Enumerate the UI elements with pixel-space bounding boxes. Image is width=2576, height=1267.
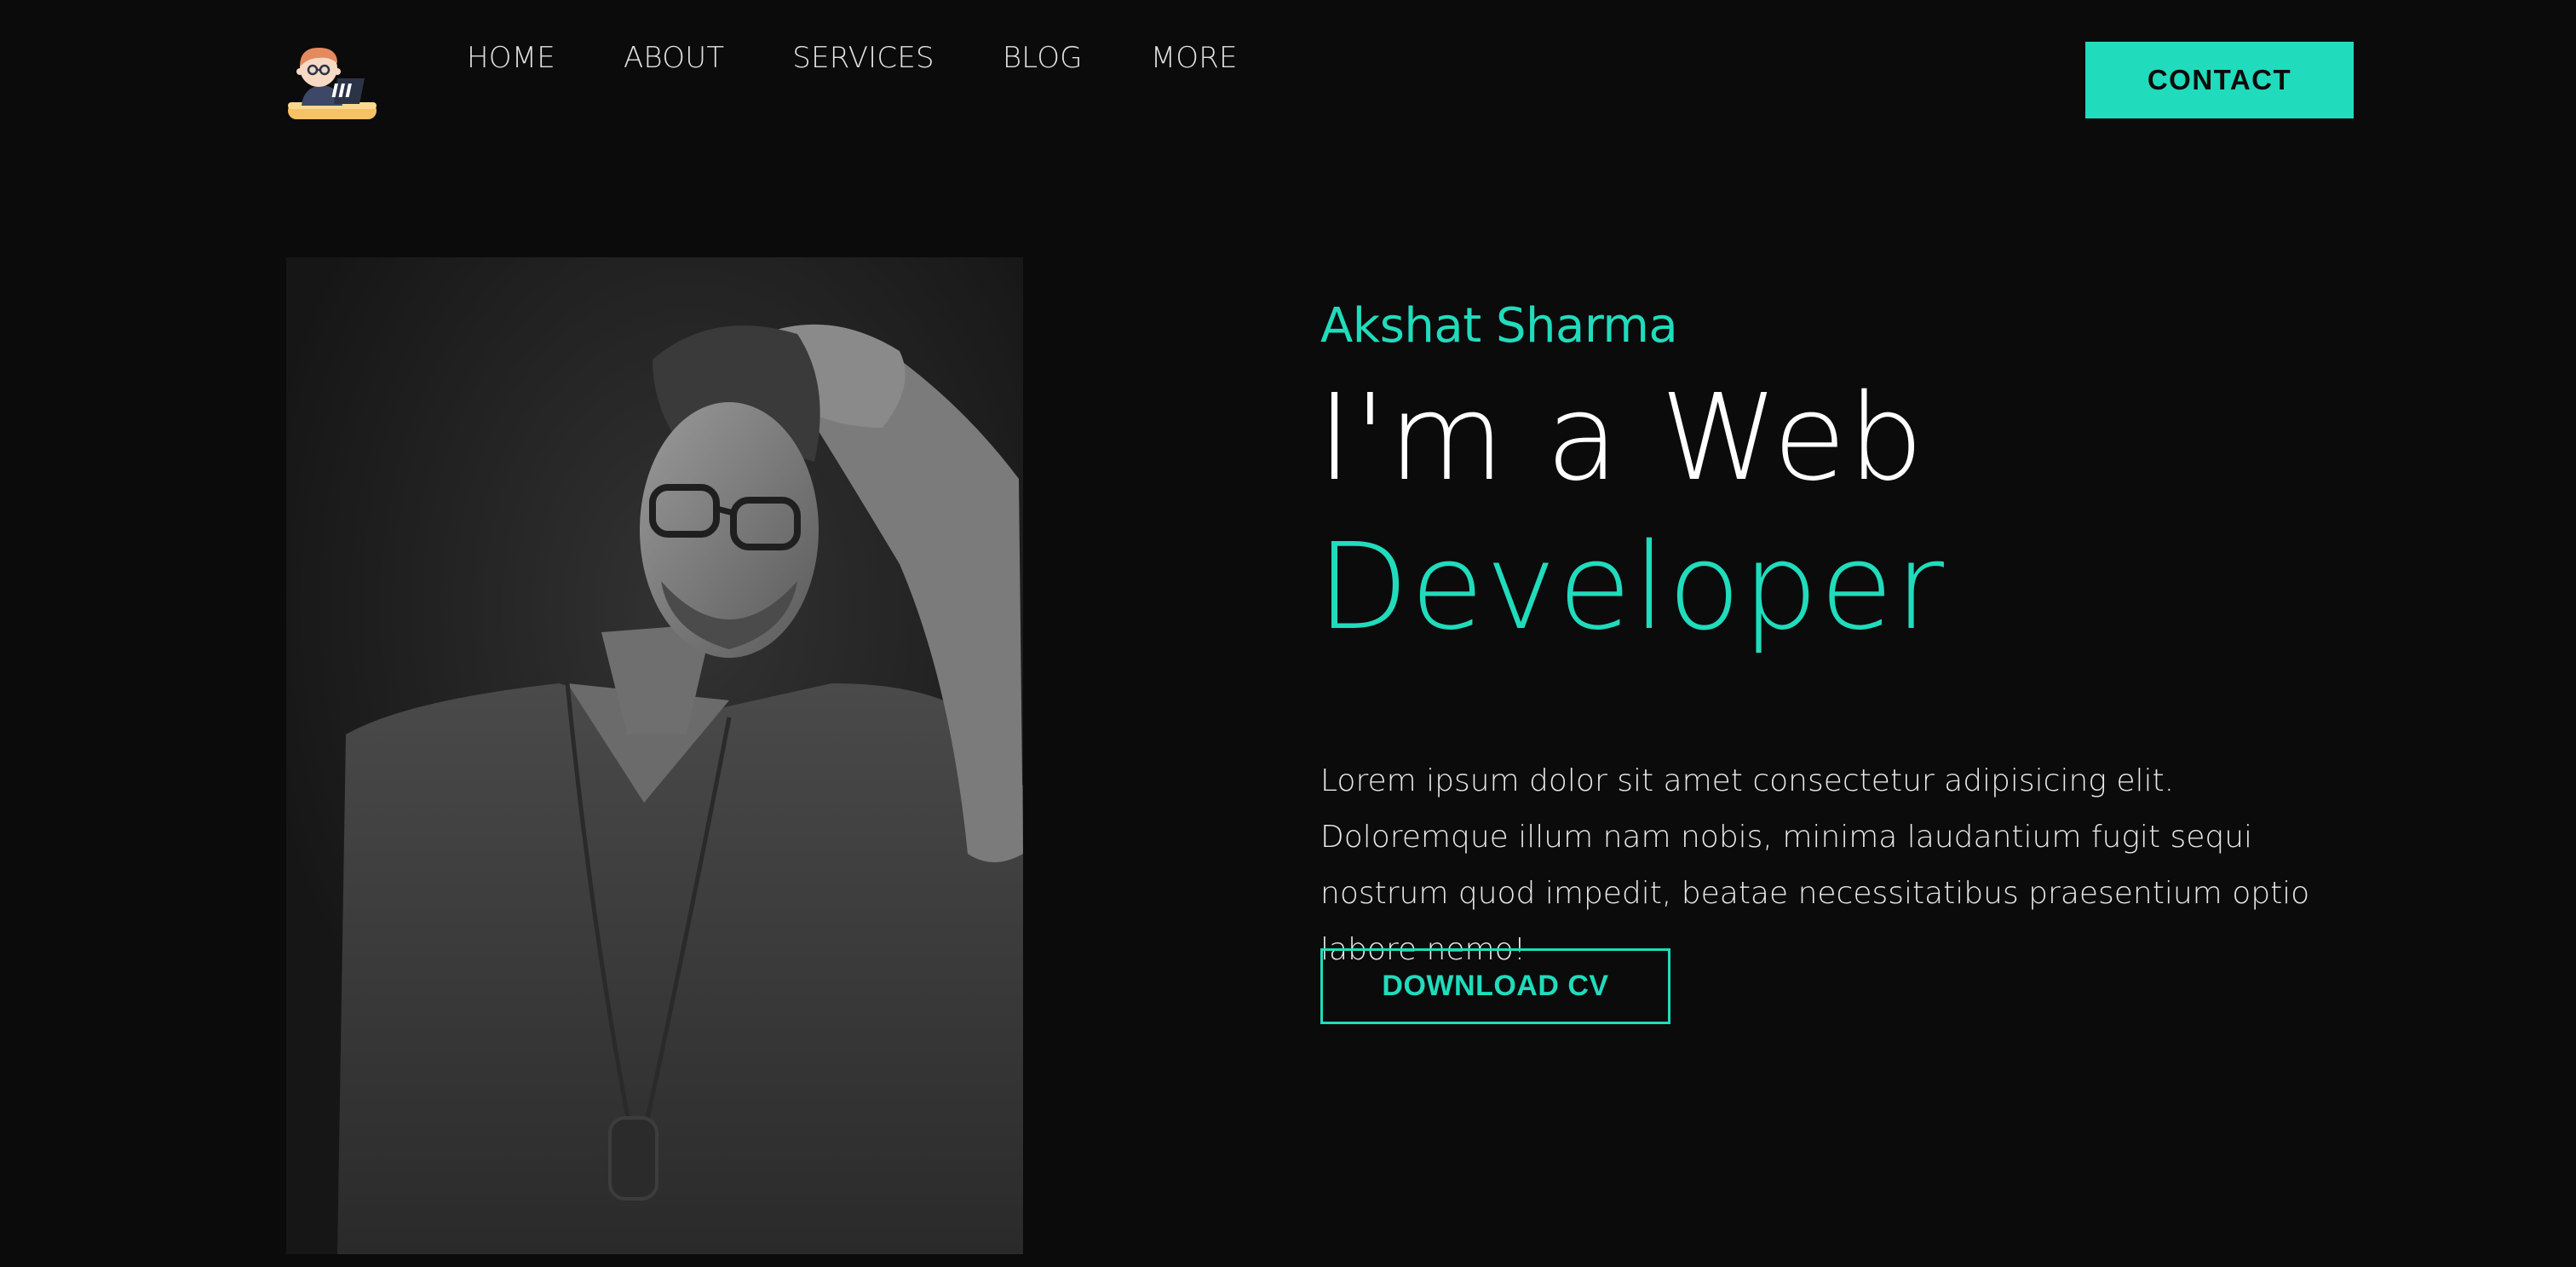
hero-title-line1: I'm a Web: [1317, 369, 1926, 508]
nav-more[interactable]: MORE: [1151, 41, 1238, 75]
hero-description: Lorem ipsum dolor sit amet consectetur a…: [1320, 763, 2310, 967]
download-cv-button[interactable]: DOWNLOAD CV: [1320, 948, 1670, 1024]
nav-home[interactable]: HOME: [467, 41, 555, 75]
contact-button[interactable]: CONTACT: [2085, 42, 2354, 118]
main-nav: HOME ABOUT SERVICES BLOG MORE: [467, 39, 1238, 77]
developer-avatar-icon[interactable]: [285, 39, 380, 124]
nav-services[interactable]: SERVICES: [792, 41, 934, 75]
hero-title-line2: Developer: [1317, 518, 1946, 657]
nav-about[interactable]: ABOUT: [624, 41, 724, 75]
nav-blog[interactable]: BLOG: [1003, 41, 1083, 75]
page: HOME ABOUT SERVICES BLOG MORE CONTACT Ak…: [0, 0, 2576, 1267]
portrait-photo: [286, 257, 1023, 1254]
hero-name: Akshat Sharma: [1320, 298, 1678, 354]
